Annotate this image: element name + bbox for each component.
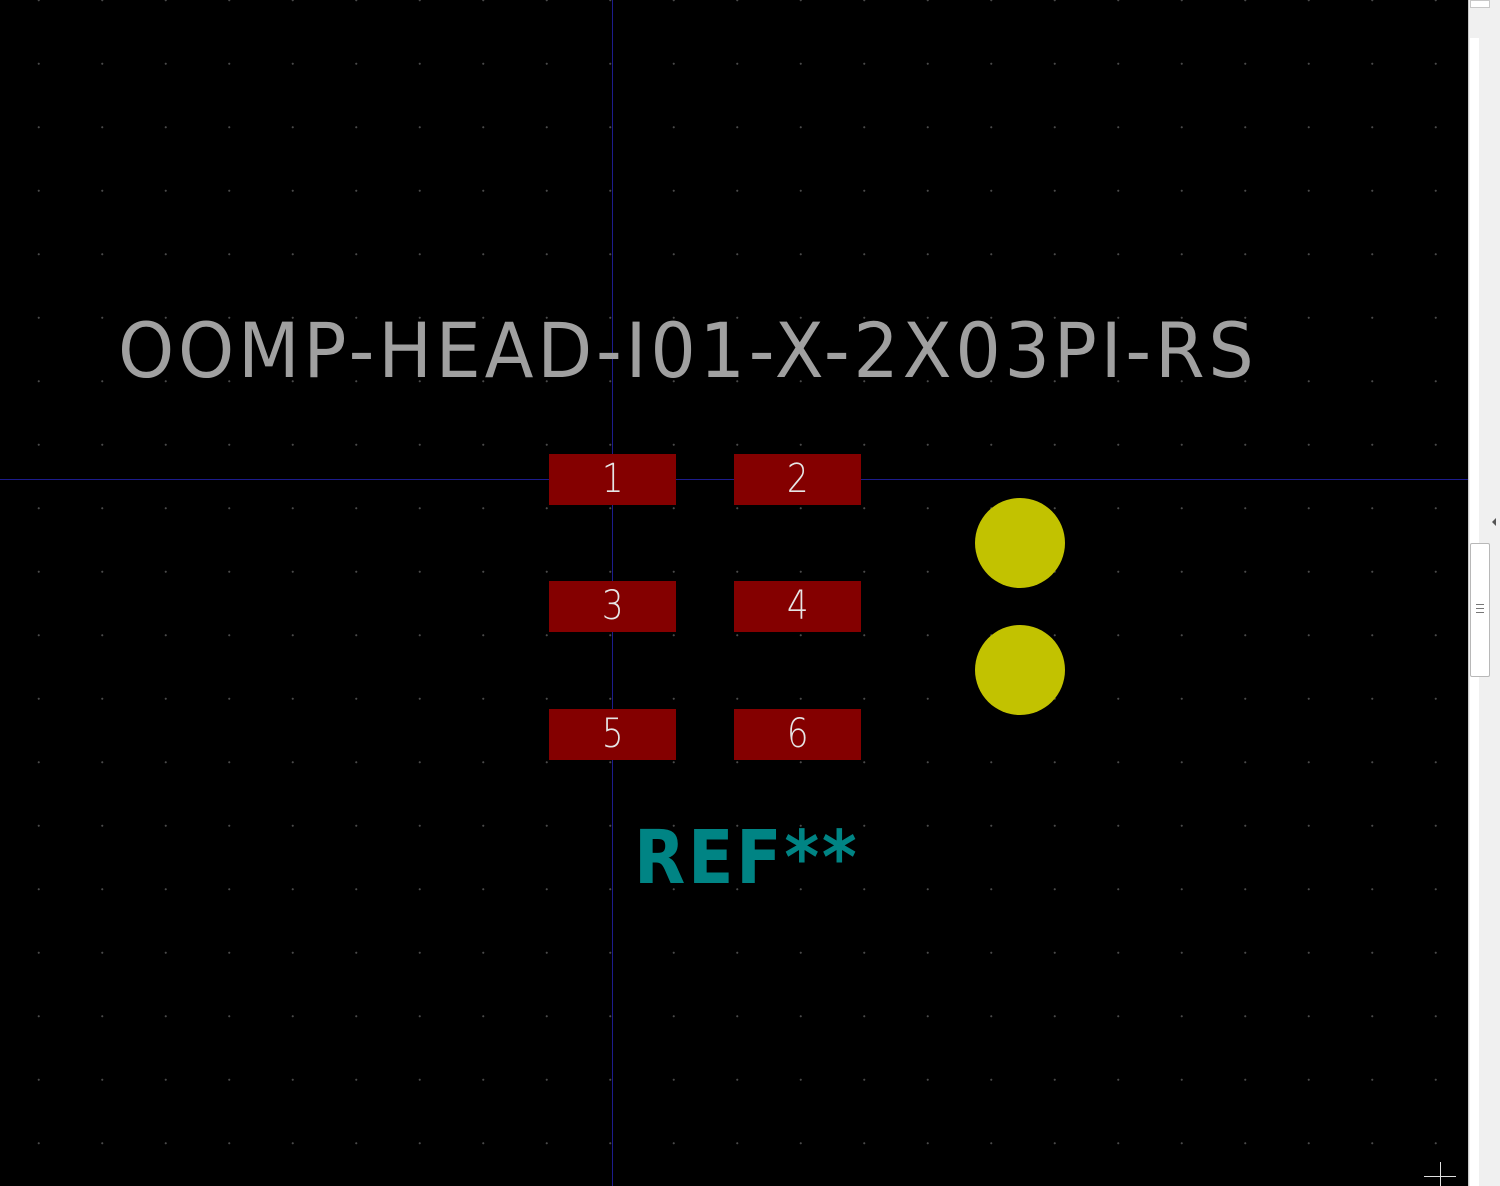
pad-6[interactable]: 6 — [734, 709, 861, 760]
pad-number: 5 — [601, 711, 624, 757]
pad-number: 3 — [601, 583, 624, 629]
pcb-canvas[interactable]: OOMP-HEAD-I01-X-2X03PI-RS 1 2 3 4 5 6 RE… — [0, 0, 1468, 1186]
pad-3[interactable]: 3 — [549, 581, 676, 632]
footprint-value-text[interactable]: OOMP-HEAD-I01-X-2X03PI-RS — [118, 306, 1257, 396]
pad-number: 1 — [601, 456, 624, 502]
scroll-up-button[interactable] — [1470, 0, 1490, 8]
pad-5[interactable]: 5 — [549, 709, 676, 760]
scrollbar-thumb[interactable] — [1470, 543, 1490, 677]
crosshair-icon-vertical — [1440, 1162, 1441, 1186]
footprint-reference-text[interactable]: REF** — [634, 816, 859, 900]
pad-number: 2 — [786, 456, 809, 502]
grip-icon — [1476, 604, 1484, 613]
pad-2[interactable]: 2 — [734, 454, 861, 505]
pad-1[interactable]: 1 — [549, 454, 676, 505]
expand-arrow-icon[interactable] — [1492, 518, 1496, 526]
mounting-hole-1[interactable] — [975, 498, 1065, 588]
vertical-scrollbar[interactable] — [1468, 0, 1500, 1186]
pad-number: 4 — [786, 583, 809, 629]
pad-number: 6 — [786, 711, 809, 757]
pad-4[interactable]: 4 — [734, 581, 861, 632]
mounting-hole-2[interactable] — [975, 625, 1065, 715]
